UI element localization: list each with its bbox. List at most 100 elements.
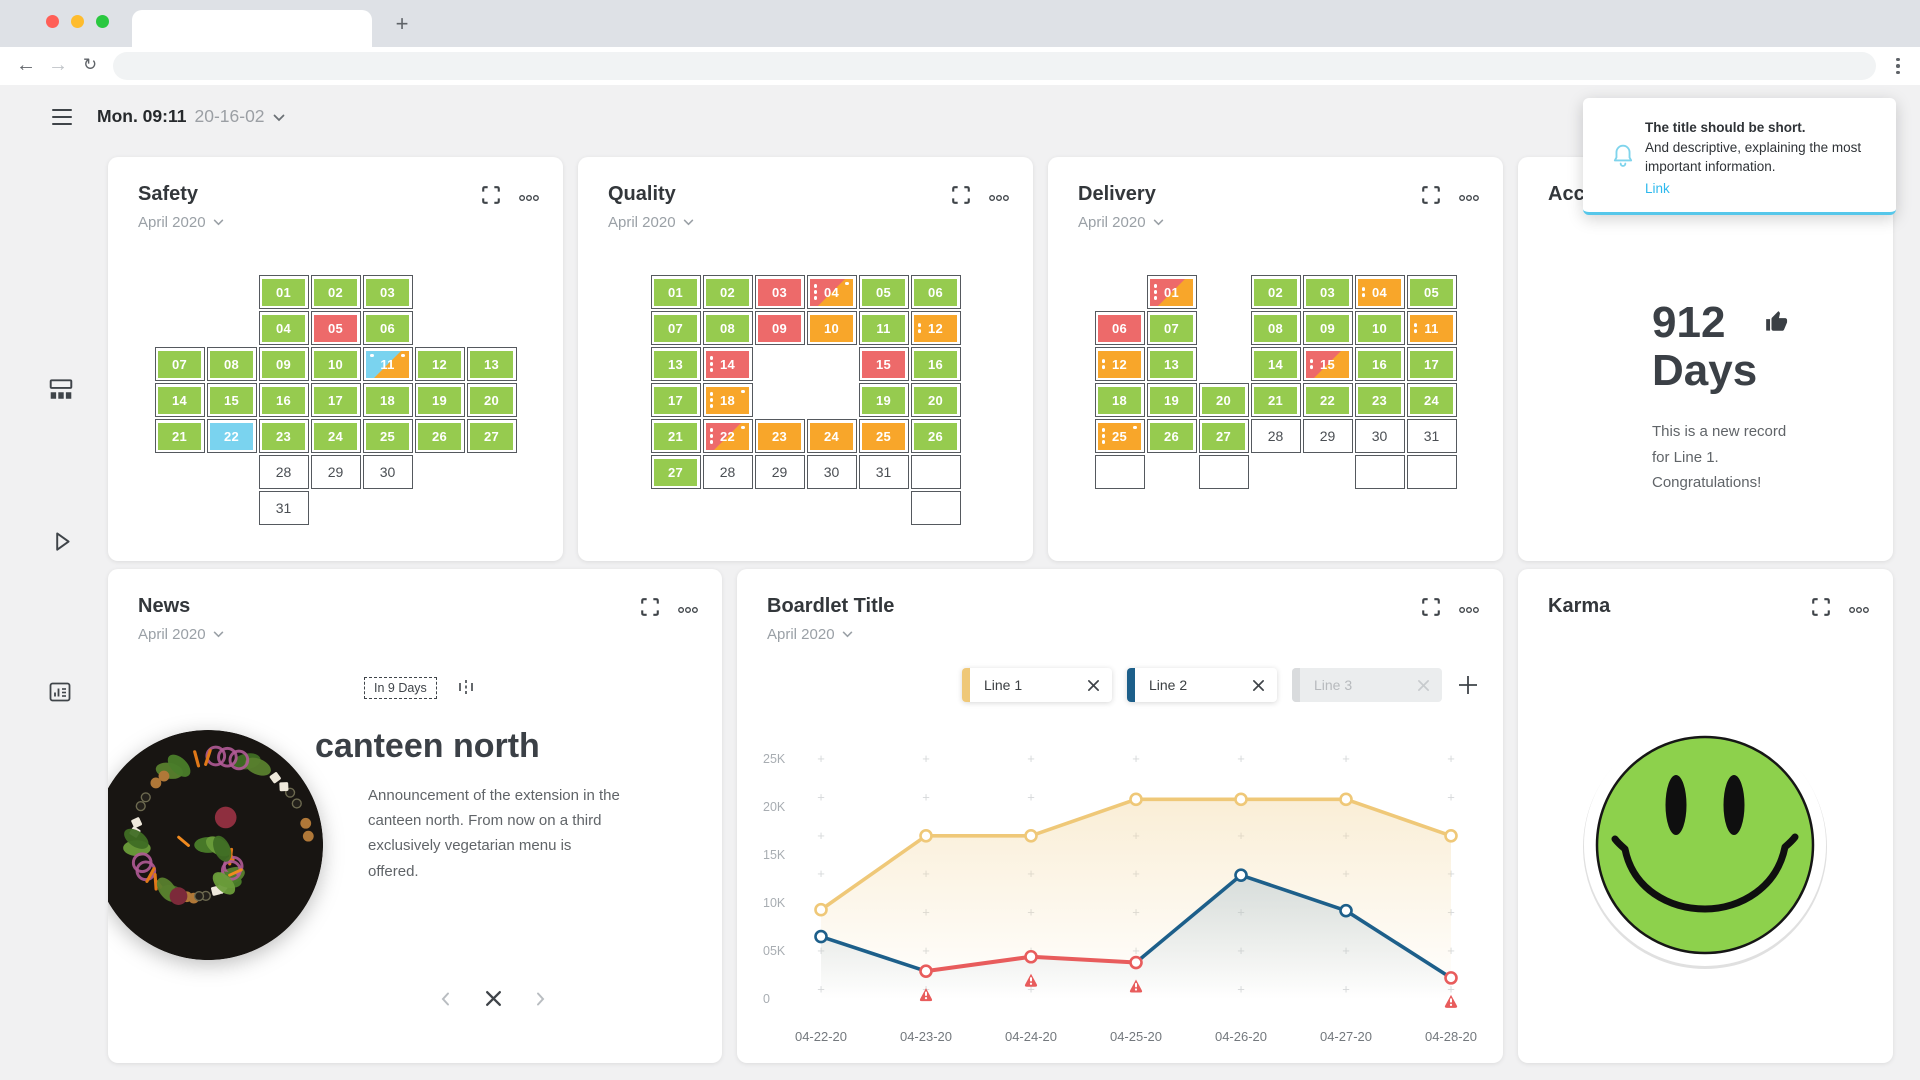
calendar-day-28[interactable]: 28 <box>1251 419 1301 453</box>
calendar-day-27[interactable]: 27 <box>651 455 701 489</box>
sidebar-play-icon[interactable] <box>48 528 74 554</box>
calendar-day-23[interactable]: 23 <box>755 419 805 453</box>
expand-icon[interactable] <box>1811 597 1831 617</box>
calendar-day-18[interactable]: 18 <box>363 383 413 417</box>
calendar-day-24[interactable]: 24 <box>1407 383 1457 417</box>
calendar-day-24[interactable]: 24 <box>311 419 361 453</box>
boardlet-menu-icon[interactable] <box>989 188 1009 208</box>
calendar-day-06[interactable]: 06 <box>911 275 961 309</box>
calendar-day-12[interactable]: 12 <box>415 347 465 381</box>
calendar-day-11[interactable]: 11 <box>859 311 909 345</box>
close-window-button[interactable] <box>46 15 59 28</box>
calendar-day-20[interactable]: 20 <box>911 383 961 417</box>
calendar-day-blank[interactable] <box>1407 455 1457 489</box>
calendar-day-22[interactable]: 22 <box>207 419 257 453</box>
calendar-day-04[interactable]: 04 <box>259 311 309 345</box>
calendar-day-16[interactable]: 16 <box>259 383 309 417</box>
carousel-prev-icon[interactable] <box>438 991 454 1007</box>
calendar-day-01[interactable]: 01 <box>651 275 701 309</box>
calendar-day-13[interactable]: 13 <box>467 347 517 381</box>
calendar-day-13[interactable]: 13 <box>1147 347 1197 381</box>
calendar-day-08[interactable]: 08 <box>703 311 753 345</box>
address-bar[interactable] <box>113 52 1876 80</box>
boardlet-menu-icon[interactable] <box>1849 600 1869 620</box>
calendar-day-18[interactable]: 18 <box>1095 383 1145 417</box>
calendar-day-30[interactable]: 30 <box>363 455 413 489</box>
carousel-next-icon[interactable] <box>532 991 548 1007</box>
expand-icon[interactable] <box>1421 597 1441 617</box>
calendar-day-09[interactable]: 09 <box>259 347 309 381</box>
calendar-day-05[interactable]: 05 <box>311 311 361 345</box>
calendar-day-26[interactable]: 26 <box>1147 419 1197 453</box>
calendar-day-23[interactable]: 23 <box>259 419 309 453</box>
calendar-day-07[interactable]: 07 <box>1147 311 1197 345</box>
legend-chip-line-3[interactable]: Line 3 <box>1292 668 1442 702</box>
calendar-day-08[interactable]: 08 <box>1251 311 1301 345</box>
calendar-day-06[interactable]: 06 <box>363 311 413 345</box>
expand-icon[interactable] <box>640 597 660 617</box>
calendar-day-24[interactable]: 24 <box>807 419 857 453</box>
calendar-day-14[interactable]: 14 <box>1251 347 1301 381</box>
boardlet-menu-icon[interactable] <box>1459 600 1479 620</box>
month-selector[interactable]: April 2020 <box>138 214 224 231</box>
board-selector[interactable]: Mon. 09:11 20-16-02 <box>97 106 285 127</box>
carousel-close-icon[interactable] <box>484 989 503 1008</box>
calendar-day-27[interactable]: 27 <box>1199 419 1249 453</box>
calendar-day-03[interactable]: 03 <box>1303 275 1353 309</box>
calendar-day-18[interactable]: 18 <box>703 383 753 417</box>
calendar-day-10[interactable]: 10 <box>311 347 361 381</box>
calendar-day-22[interactable]: 22 <box>703 419 753 453</box>
remove-line-icon[interactable] <box>1087 679 1100 692</box>
month-selector[interactable]: April 2020 <box>138 626 224 643</box>
calendar-day-31[interactable]: 31 <box>859 455 909 489</box>
calendar-day-blank[interactable] <box>1095 455 1145 489</box>
calendar-day-15[interactable]: 15 <box>1303 347 1353 381</box>
calendar-day-29[interactable]: 29 <box>1303 419 1353 453</box>
calendar-day-21[interactable]: 21 <box>1251 383 1301 417</box>
calendar-day-12[interactable]: 12 <box>1095 347 1145 381</box>
boardlet-menu-icon[interactable] <box>678 600 698 620</box>
calendar-day-28[interactable]: 28 <box>703 455 753 489</box>
calendar-day-30[interactable]: 30 <box>807 455 857 489</box>
remove-line-icon[interactable] <box>1417 679 1430 692</box>
calendar-day-25[interactable]: 25 <box>363 419 413 453</box>
sidebar-boardlets-icon[interactable] <box>48 376 74 402</box>
calendar-day-blank[interactable] <box>911 455 961 489</box>
calendar-day-04[interactable]: 04 <box>807 275 857 309</box>
calendar-day-22[interactable]: 22 <box>1303 383 1353 417</box>
calendar-day-11[interactable]: 11 <box>1407 311 1457 345</box>
calendar-day-27[interactable]: 27 <box>467 419 517 453</box>
calendar-day-02[interactable]: 02 <box>703 275 753 309</box>
calendar-day-16[interactable]: 16 <box>1355 347 1405 381</box>
calendar-day-07[interactable]: 07 <box>155 347 205 381</box>
calendar-day-02[interactable]: 02 <box>1251 275 1301 309</box>
month-selector[interactable]: April 2020 <box>608 214 694 231</box>
calendar-day-14[interactable]: 14 <box>703 347 753 381</box>
calendar-day-01[interactable]: 01 <box>1147 275 1197 309</box>
expand-icon[interactable] <box>1421 185 1441 205</box>
calendar-day-21[interactable]: 21 <box>155 419 205 453</box>
calendar-day-10[interactable]: 10 <box>1355 311 1405 345</box>
calendar-day-28[interactable]: 28 <box>259 455 309 489</box>
calendar-day-29[interactable]: 29 <box>311 455 361 489</box>
calendar-day-26[interactable]: 26 <box>415 419 465 453</box>
sidebar-news-icon[interactable] <box>48 680 72 704</box>
reload-button[interactable]: ↻ <box>76 51 104 79</box>
calendar-day-12[interactable]: 12 <box>911 311 961 345</box>
calendar-day-17[interactable]: 17 <box>311 383 361 417</box>
tooltip-link[interactable]: Link <box>1645 179 1878 199</box>
calendar-day-09[interactable]: 09 <box>1303 311 1353 345</box>
calendar-day-09[interactable]: 09 <box>755 311 805 345</box>
maximize-window-button[interactable] <box>96 15 109 28</box>
calendar-day-13[interactable]: 13 <box>651 347 701 381</box>
calendar-day-29[interactable]: 29 <box>755 455 805 489</box>
calendar-day-11[interactable]: 11 <box>363 347 413 381</box>
calendar-day-15[interactable]: 15 <box>859 347 909 381</box>
calendar-day-14[interactable]: 14 <box>155 383 205 417</box>
calendar-day-08[interactable]: 08 <box>207 347 257 381</box>
month-selector[interactable]: April 2020 <box>1078 214 1164 231</box>
calendar-day-23[interactable]: 23 <box>1355 383 1405 417</box>
calendar-day-19[interactable]: 19 <box>415 383 465 417</box>
add-line-button[interactable] <box>1457 674 1479 696</box>
browser-menu-button[interactable] <box>1890 53 1906 79</box>
